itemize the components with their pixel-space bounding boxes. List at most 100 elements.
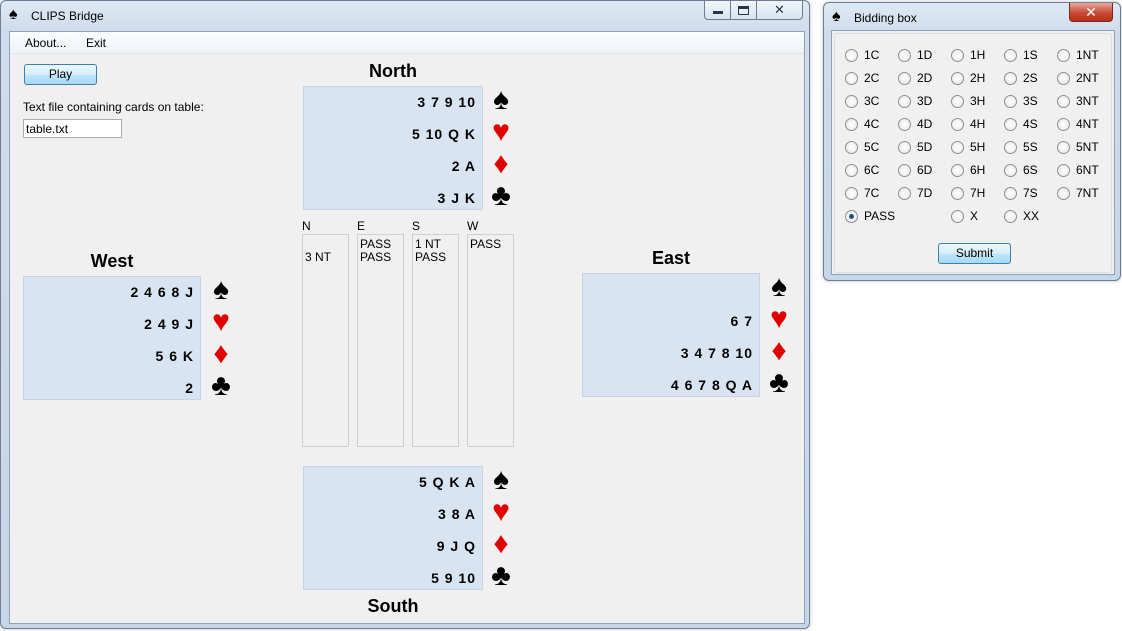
radio-button[interactable] <box>898 94 911 108</box>
submit-button[interactable]: Submit <box>938 243 1011 264</box>
radio-button[interactable] <box>1004 71 1017 85</box>
bid-radio-6h[interactable]: 6H <box>951 163 985 177</box>
bid-radio-1c[interactable]: 1C <box>845 48 879 62</box>
maximize-button[interactable] <box>731 1 757 20</box>
bid-radio-5h[interactable]: 5H <box>951 140 985 154</box>
radio-button[interactable] <box>1057 71 1070 85</box>
bid-radio-5s[interactable]: 5S <box>1004 140 1038 154</box>
radio-button[interactable] <box>1004 186 1017 200</box>
bid-radio-pass[interactable]: PASS <box>845 209 895 223</box>
main-titlebar[interactable]: ♠ CLIPS Bridge ✕ <box>1 1 809 31</box>
bid-label: 4NT <box>1076 117 1099 131</box>
south-hearts-row: 3 8 A <box>304 499 482 531</box>
radio-button[interactable] <box>951 94 964 108</box>
menu-about[interactable]: About... <box>25 36 66 50</box>
radio-button[interactable] <box>1057 94 1070 108</box>
bid-radio-6s[interactable]: 6S <box>1004 163 1038 177</box>
bid-radio-4c[interactable]: 4C <box>845 117 879 131</box>
file-input[interactable]: table.txt <box>23 119 122 138</box>
close-button[interactable]: ✕ <box>757 1 803 20</box>
bid-radio-5c[interactable]: 5C <box>845 140 879 154</box>
west-clubs-cards: 2 <box>185 380 194 396</box>
bid-radio-6d[interactable]: 6D <box>898 163 932 177</box>
bid-radio-6c[interactable]: 6C <box>845 163 879 177</box>
bid-radio-4h[interactable]: 4H <box>951 117 985 131</box>
radio-button[interactable] <box>1004 117 1017 131</box>
radio-button[interactable] <box>1004 163 1017 177</box>
bid-radio-double[interactable]: X <box>951 209 978 223</box>
radio-button[interactable] <box>1004 209 1017 223</box>
radio-button[interactable] <box>951 48 964 62</box>
bid-radio-7s[interactable]: 7S <box>1004 186 1038 200</box>
bid-radio-3s[interactable]: 3S <box>1004 94 1038 108</box>
radio-button[interactable] <box>845 48 858 62</box>
radio-button[interactable] <box>1057 140 1070 154</box>
bid-label: 6C <box>864 163 880 177</box>
bid-radio-4nt[interactable]: 4NT <box>1057 117 1099 131</box>
bid-radio-7c[interactable]: 7C <box>845 186 879 200</box>
radio-button[interactable] <box>845 71 858 85</box>
bid-radio-3c[interactable]: 3C <box>845 94 879 108</box>
radio-button[interactable] <box>898 186 911 200</box>
radio-button[interactable] <box>898 163 911 177</box>
radio-button[interactable] <box>951 163 964 177</box>
radio-button[interactable] <box>951 209 964 223</box>
bid-radio-3h[interactable]: 3H <box>951 94 985 108</box>
radio-button[interactable] <box>845 94 858 108</box>
bid-radio-1nt[interactable]: 1NT <box>1057 48 1099 62</box>
radio-button[interactable] <box>1004 140 1017 154</box>
bid-radio-2c[interactable]: 2C <box>845 71 879 85</box>
bid-radio-6nt[interactable]: 6NT <box>1057 163 1099 177</box>
minimize-button[interactable] <box>704 1 731 20</box>
radio-button-selected[interactable] <box>845 209 858 223</box>
radio-button[interactable] <box>951 71 964 85</box>
bid-radio-3nt[interactable]: 3NT <box>1057 94 1099 108</box>
radio-button[interactable] <box>951 140 964 154</box>
bid-label: 2C <box>864 71 880 85</box>
bid-radio-7nt[interactable]: 7NT <box>1057 186 1099 200</box>
heart-icon: ♥ <box>492 495 510 528</box>
bid-radio-1s[interactable]: 1S <box>1004 48 1038 62</box>
bidding-titlebar[interactable]: ♠ Bidding box ✕ <box>824 3 1120 33</box>
play-button[interactable]: Play <box>24 64 97 85</box>
bid-radio-2d[interactable]: 2D <box>898 71 932 85</box>
radio-button[interactable] <box>898 140 911 154</box>
radio-button[interactable] <box>845 163 858 177</box>
bid-radio-1h[interactable]: 1H <box>951 48 985 62</box>
diamond-icon: ♦ <box>493 147 509 180</box>
bid-radio-3d[interactable]: 3D <box>898 94 932 108</box>
bidding-box-window: ♠ Bidding box ✕ 1C 1D 1H 1S 1NT 2C 2D 2H… <box>823 2 1121 281</box>
bid-radio-7h[interactable]: 7H <box>951 186 985 200</box>
south-label: South <box>367 596 419 616</box>
radio-button[interactable] <box>951 186 964 200</box>
bid-radio-2s[interactable]: 2S <box>1004 71 1038 85</box>
bid-radio-5nt[interactable]: 5NT <box>1057 140 1099 154</box>
radio-button[interactable] <box>1004 94 1017 108</box>
radio-button[interactable] <box>845 140 858 154</box>
bid-radio-2h[interactable]: 2H <box>951 71 985 85</box>
radio-button[interactable] <box>898 117 911 131</box>
radio-button[interactable] <box>898 71 911 85</box>
bid-radio-4d[interactable]: 4D <box>898 117 932 131</box>
radio-button[interactable] <box>1057 48 1070 62</box>
bid-radio-7d[interactable]: 7D <box>898 186 932 200</box>
radio-button[interactable] <box>1057 117 1070 131</box>
bid-radio-5d[interactable]: 5D <box>898 140 932 154</box>
radio-button[interactable] <box>951 117 964 131</box>
radio-button[interactable] <box>845 186 858 200</box>
bid-label: X <box>970 209 979 223</box>
bid-radio-1d[interactable]: 1D <box>898 48 932 62</box>
bid-label: 6H <box>970 163 986 177</box>
radio-button[interactable] <box>1057 163 1070 177</box>
radio-button[interactable] <box>898 48 911 62</box>
bid-radio-4s[interactable]: 4S <box>1004 117 1038 131</box>
bid-radio-redouble[interactable]: XX <box>1004 209 1039 223</box>
radio-button[interactable] <box>845 117 858 131</box>
menu-exit[interactable]: Exit <box>86 36 106 50</box>
bid-radio-2nt[interactable]: 2NT <box>1057 71 1099 85</box>
bidding-close-button[interactable]: ✕ <box>1069 3 1113 22</box>
bid-label: 3H <box>970 94 986 108</box>
radio-button[interactable] <box>1057 186 1070 200</box>
south-hearts-cards: 3 8 A <box>438 506 476 522</box>
radio-button[interactable] <box>1004 48 1017 62</box>
